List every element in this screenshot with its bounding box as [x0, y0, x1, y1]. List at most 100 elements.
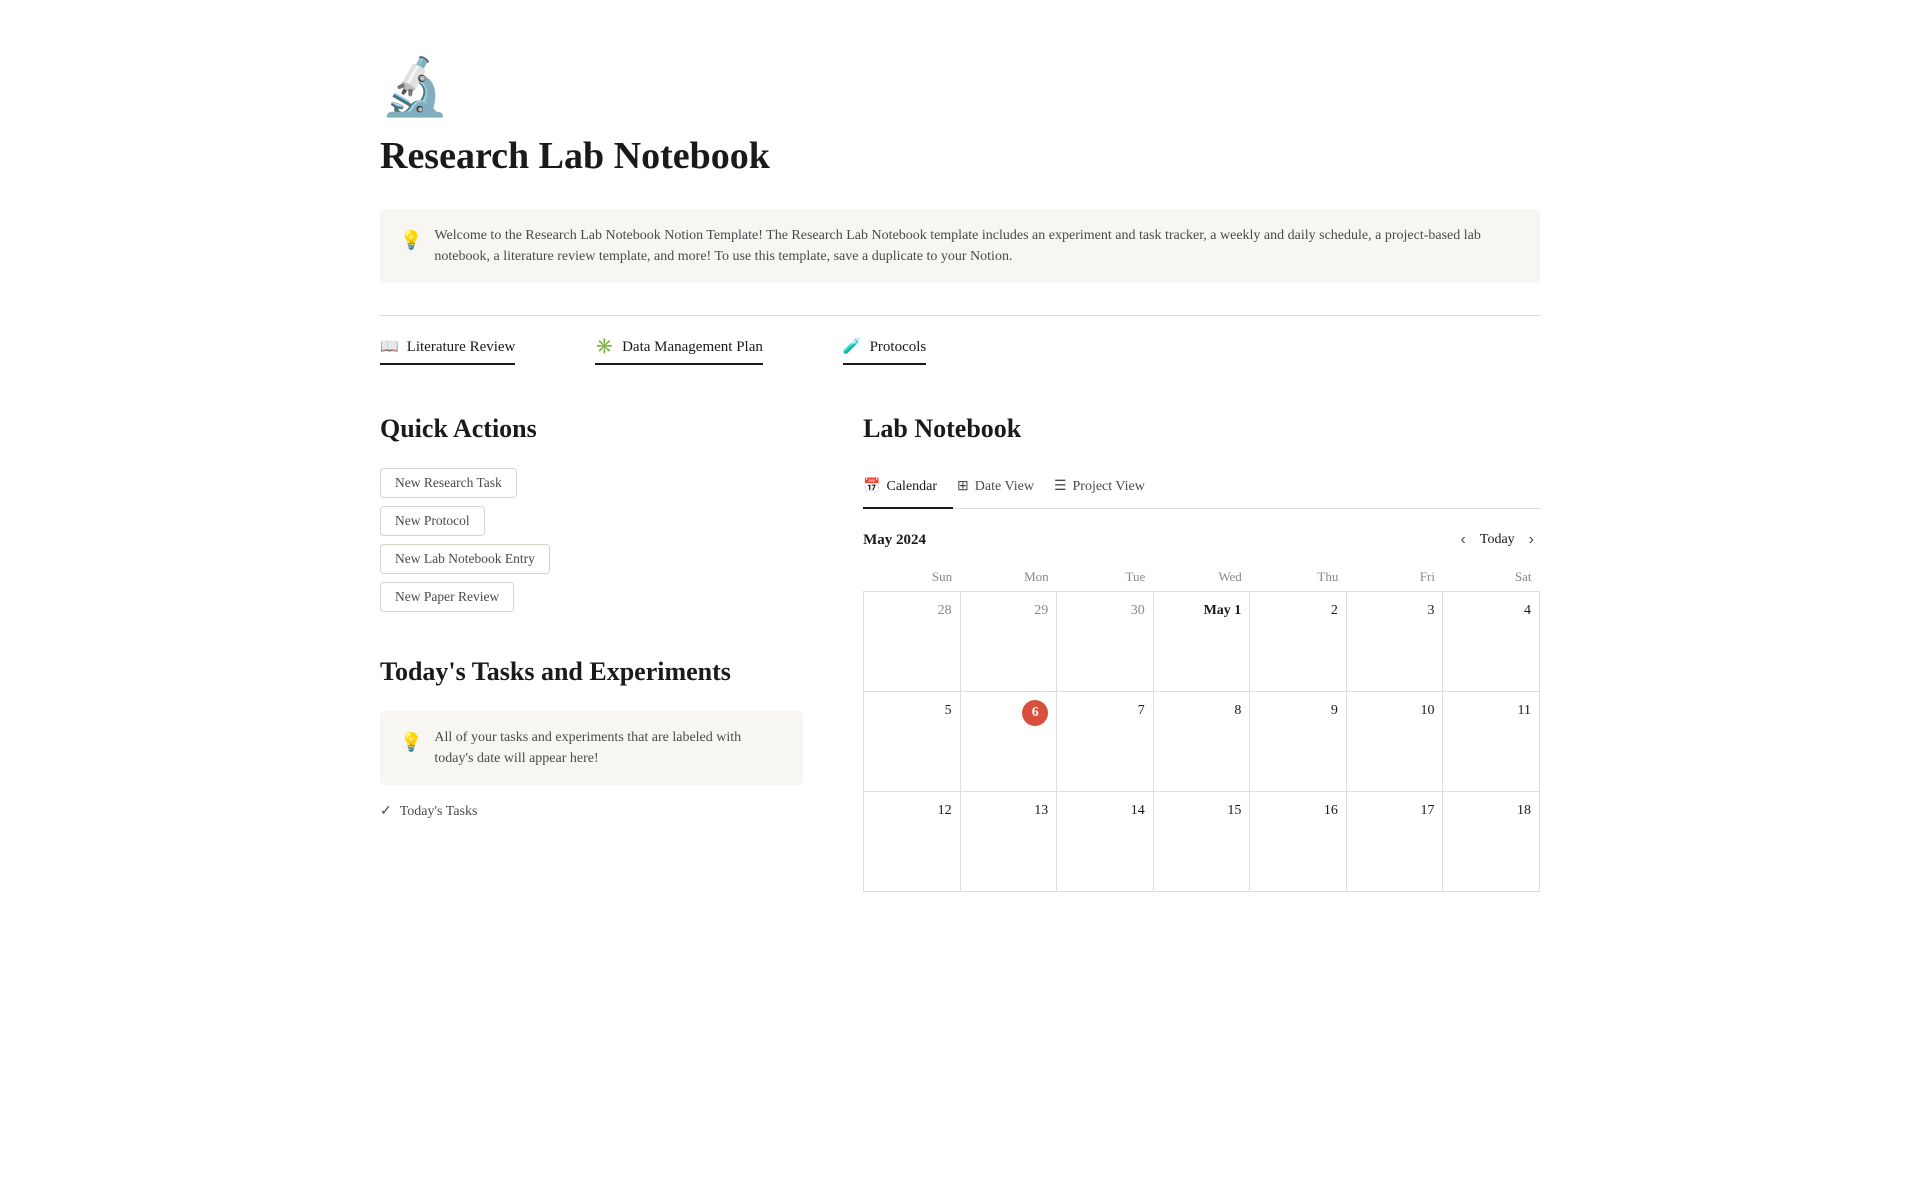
book-icon: 📖 [380, 336, 399, 359]
day-cell[interactable]: 10 [1346, 691, 1443, 791]
calendar-navigation: ‹ Today › [1455, 529, 1540, 551]
flask-icon: 🧪 [843, 336, 862, 359]
new-research-task-button[interactable]: New Research Task [380, 468, 517, 498]
day-number: 10 [1355, 700, 1435, 721]
day-cell[interactable]: 30 [1057, 591, 1154, 691]
calendar-grid: Sun Mon Tue Wed Thu Fri Sat 28 29 30 [863, 563, 1540, 892]
prev-month-button[interactable]: ‹ [1455, 529, 1472, 551]
calendar-month: May 2024 [863, 529, 926, 552]
asterisk-icon: ✳️ [595, 336, 614, 359]
day-number: May 1 [1162, 600, 1242, 621]
day-cell-today[interactable]: 6 [960, 691, 1057, 791]
tasks-info-text: All of your tasks and experiments that a… [434, 727, 783, 769]
day-number: 28 [872, 600, 952, 621]
new-protocol-button[interactable]: New Protocol [380, 506, 485, 536]
day-cell[interactable]: 3 [1346, 591, 1443, 691]
calendar-header-row: Sun Mon Tue Wed Thu Fri Sat [864, 563, 1540, 591]
day-header-fri: Fri [1346, 563, 1443, 591]
day-cell[interactable]: May 1 [1153, 591, 1250, 691]
calendar-tabs: 📅 Calendar ⊞ Date View ☰ Project View [863, 468, 1540, 509]
tab-date-view-label: Date View [975, 476, 1034, 497]
tasks-info-box: 💡 All of your tasks and experiments that… [380, 711, 803, 785]
nav-link-literature-review[interactable]: 📖 Literature Review [380, 336, 515, 365]
day-header-tue: Tue [1057, 563, 1154, 591]
day-cell[interactable]: 5 [864, 691, 961, 791]
day-number: 15 [1162, 800, 1242, 821]
nav-link-label: Protocols [870, 336, 927, 359]
day-cell[interactable]: 8 [1153, 691, 1250, 791]
today-badge: 6 [1022, 700, 1048, 726]
page-container: 🔬 Research Lab Notebook 💡 Welcome to the… [300, 0, 1620, 972]
day-cell[interactable]: 13 [960, 791, 1057, 891]
info-box: 💡 Welcome to the Research Lab Notebook N… [380, 209, 1540, 283]
day-cell[interactable]: 12 [864, 791, 961, 891]
nav-link-data-management[interactable]: ✳️ Data Management Plan [595, 336, 762, 365]
new-lab-notebook-entry-button[interactable]: New Lab Notebook Entry [380, 544, 550, 574]
calendar-header: May 2024 ‹ Today › [863, 529, 1540, 552]
day-number: 4 [1451, 600, 1531, 621]
day-cell[interactable]: 2 [1250, 591, 1347, 691]
day-number: 8 [1162, 700, 1242, 721]
calendar-week-2: 5 6 7 8 9 10 11 [864, 691, 1540, 791]
day-cell[interactable]: 15 [1153, 791, 1250, 891]
day-number: 7 [1065, 700, 1145, 721]
info-icon: 💡 [400, 227, 422, 254]
day-number: 2 [1258, 600, 1338, 621]
day-number: 13 [969, 800, 1049, 821]
tab-project-view[interactable]: ☰ Project View [1050, 468, 1161, 509]
day-cell[interactable]: 29 [960, 591, 1057, 691]
tab-calendar[interactable]: 📅 Calendar [863, 468, 953, 509]
calendar-week-3: 12 13 14 15 16 17 18 [864, 791, 1540, 891]
new-paper-review-button[interactable]: New Paper Review [380, 582, 514, 612]
nav-link-protocols[interactable]: 🧪 Protocols [843, 336, 926, 365]
tab-project-view-label: Project View [1073, 476, 1145, 497]
list-icon: ☰ [1054, 476, 1067, 497]
day-number: 17 [1355, 800, 1435, 821]
day-cell[interactable]: 9 [1250, 691, 1347, 791]
info-text: Welcome to the Research Lab Notebook Not… [434, 225, 1520, 267]
right-column: Lab Notebook 📅 Calendar ⊞ Date View ☰ Pr… [863, 409, 1540, 892]
nav-link-label: Literature Review [407, 336, 516, 359]
day-cell[interactable]: 18 [1443, 791, 1540, 891]
day-header-sun: Sun [864, 563, 961, 591]
day-number: 16 [1258, 800, 1338, 821]
tasks-info-icon: 💡 [400, 729, 422, 756]
day-cell[interactable]: 7 [1057, 691, 1154, 791]
day-header-wed: Wed [1153, 563, 1250, 591]
day-cell[interactable]: 16 [1250, 791, 1347, 891]
lab-notebook-title: Lab Notebook [863, 409, 1540, 448]
day-header-thu: Thu [1250, 563, 1347, 591]
page-icon: 🔬 [380, 60, 1540, 116]
day-number: 30 [1065, 600, 1145, 621]
day-cell[interactable]: 14 [1057, 791, 1154, 891]
main-content: Quick Actions New Research Task New Prot… [380, 409, 1540, 892]
checkmark-icon: ✓ [380, 801, 392, 822]
grid-icon: ⊞ [957, 476, 969, 497]
next-month-button[interactable]: › [1523, 529, 1540, 551]
day-number: 29 [969, 600, 1049, 621]
day-header-sat: Sat [1443, 563, 1540, 591]
quick-actions-title: Quick Actions [380, 409, 803, 448]
day-number: 18 [1451, 800, 1531, 821]
day-number: 5 [872, 700, 952, 721]
nav-link-label: Data Management Plan [622, 336, 763, 359]
day-header-mon: Mon [960, 563, 1057, 591]
tasks-title: Today's Tasks and Experiments [380, 652, 803, 691]
quick-actions-list: New Research Task New Protocol New Lab N… [380, 468, 803, 612]
day-cell[interactable]: 11 [1443, 691, 1540, 791]
left-column: Quick Actions New Research Task New Prot… [380, 409, 803, 892]
day-cell[interactable]: 4 [1443, 591, 1540, 691]
tab-date-view[interactable]: ⊞ Date View [953, 468, 1050, 509]
today-tasks-label: Today's Tasks [400, 801, 478, 822]
day-number: 9 [1258, 700, 1338, 721]
calendar-week-1: 28 29 30 May 1 2 3 4 [864, 591, 1540, 691]
day-number: 11 [1451, 700, 1531, 721]
day-number: 12 [872, 800, 952, 821]
today-button[interactable]: Today [1480, 532, 1515, 548]
day-cell[interactable]: 17 [1346, 791, 1443, 891]
day-number: 14 [1065, 800, 1145, 821]
tab-calendar-label: Calendar [887, 476, 938, 497]
divider [380, 315, 1540, 316]
today-tasks-link[interactable]: ✓ Today's Tasks [380, 801, 803, 822]
day-cell[interactable]: 28 [864, 591, 961, 691]
